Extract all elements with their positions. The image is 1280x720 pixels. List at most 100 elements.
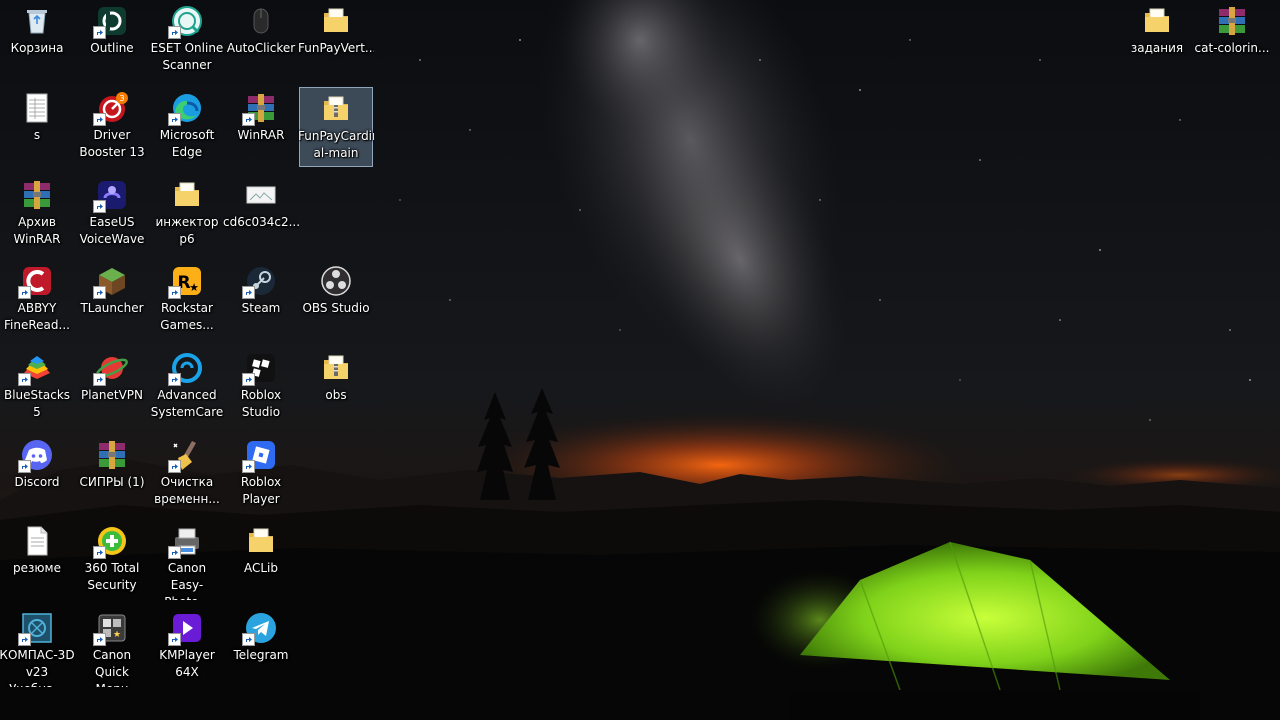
desktop-icon-label: ESET Online Scanner xyxy=(150,41,224,72)
shortcut-arrow-icon xyxy=(18,373,31,386)
desktop-icon-label: Advanced SystemCare xyxy=(150,388,224,419)
desktop-icon-folder[interactable]: инжектор р6 xyxy=(150,174,224,254)
desktop-icon-canon-printer[interactable]: Canon Easy-Photo... xyxy=(150,520,224,600)
desktop-icon-roblox-player[interactable]: Roblox Player xyxy=(224,434,298,514)
shortcut-arrow-icon xyxy=(93,286,106,299)
desktop-icon-rockstar[interactable]: R ★ Rockstar Games... xyxy=(150,260,224,340)
desktop-icon-label: Canon Quick Menu xyxy=(92,648,132,687)
shortcut-arrow-icon xyxy=(242,113,255,126)
roblox-player-icon xyxy=(242,438,278,473)
desktop-icon-eset[interactable]: ESET Online Scanner xyxy=(150,0,224,80)
desktop-icon-label: ACLib xyxy=(243,561,278,575)
desktop-icon-label: инжектор р6 xyxy=(155,215,219,246)
desktop-icon-label: BlueStacks 5 xyxy=(3,388,71,419)
desktop-icon-label: WinRAR xyxy=(237,128,285,142)
canon-menu-icon: ★ xyxy=(93,611,129,646)
shortcut-arrow-icon xyxy=(18,633,31,646)
mouse-icon xyxy=(244,4,278,38)
desktop-icon-label: cat-colorin... xyxy=(1194,41,1270,55)
edge-icon xyxy=(168,91,204,126)
folder-zip-icon xyxy=(319,351,353,385)
desktop-icon-label: Microsoft Edge xyxy=(159,128,215,159)
desktop-icon-bluestacks[interactable]: BlueStacks 5 xyxy=(0,347,74,427)
desktop-icon-document[interactable]: резюме xyxy=(0,520,74,600)
desktop-icon-label: s xyxy=(33,128,41,142)
bluestacks-icon xyxy=(18,351,54,386)
shortcut-arrow-icon xyxy=(168,26,181,39)
shortcut-arrow-icon xyxy=(93,546,106,559)
shortcut-arrow-icon xyxy=(18,460,31,473)
winrar-icon xyxy=(20,178,54,212)
shortcut-arrow-icon xyxy=(242,373,255,386)
desktop-icon-winrar[interactable]: WinRAR xyxy=(224,87,298,167)
desktop-icon-folder-zip[interactable]: FunPayCardin al-main xyxy=(298,87,374,167)
desktop-icon-kompas[interactable]: КОМПАС-3D v23 Учебна... xyxy=(0,607,75,687)
winrar-icon xyxy=(1215,4,1249,38)
desktop-icon-label: KMPlayer 64X xyxy=(159,648,215,679)
desktop-icon-edge[interactable]: Microsoft Edge xyxy=(150,87,224,167)
desktop-icon-folder[interactable]: задания xyxy=(1120,0,1194,80)
desktop-icon-recycle-bin[interactable]: Корзина xyxy=(0,0,74,80)
cleanup-icon xyxy=(168,438,204,473)
desktop-icon-planetvpn[interactable]: PlanetVPN xyxy=(75,347,149,427)
desktop-icon-telegram[interactable]: Telegram xyxy=(224,607,298,687)
driver-booster-icon: 3 xyxy=(93,91,129,126)
360-icon xyxy=(93,524,129,559)
svg-text:★: ★ xyxy=(189,281,199,294)
folder-icon xyxy=(170,178,204,212)
desktop-icon-cleanup[interactable]: Очистка временн... xyxy=(150,434,224,514)
desktop-icon-canon-menu[interactable]: ★ Canon Quick Menu xyxy=(75,607,149,687)
desktop-icon-label: Корзина xyxy=(10,41,64,55)
asc-icon xyxy=(168,351,204,386)
desktop-icon-label: резюме xyxy=(13,561,61,575)
svg-text:3: 3 xyxy=(119,94,124,103)
desktop-icon-abbyy[interactable]: ABBYY FineRead... xyxy=(0,260,74,340)
tlauncher-icon xyxy=(93,264,129,299)
shortcut-arrow-icon xyxy=(18,286,31,299)
svg-text:★: ★ xyxy=(113,630,121,640)
desktop-icon-obs[interactable]: OBS Studio xyxy=(299,260,373,340)
shortcut-arrow-icon xyxy=(93,373,106,386)
desktop-icon-label: Rockstar Games... xyxy=(160,301,214,332)
desktop-icon-label: Canon Easy-Photo... xyxy=(164,561,209,600)
desktop-icon-discord[interactable]: Discord xyxy=(0,434,74,514)
desktop-icon-label: Roblox Studio xyxy=(240,388,282,419)
rockstar-icon: R ★ xyxy=(168,264,204,299)
eset-icon xyxy=(168,4,204,39)
desktop-icon-asc[interactable]: Advanced SystemCare xyxy=(150,347,224,427)
desktop-icon-label: OBS Studio xyxy=(302,301,370,315)
desktop-icon-outline[interactable]: Outline xyxy=(75,0,149,80)
desktop-icon-label: Steam xyxy=(241,301,281,315)
desktop-icon-easeus[interactable]: EaseUS VoiceWave xyxy=(75,174,149,254)
desktop-icon-roblox-studio[interactable]: Roblox Studio xyxy=(224,347,298,427)
desktop-icon-mouse[interactable]: AutoClicker xyxy=(224,0,298,80)
desktop-icon-tlauncher[interactable]: TLauncher xyxy=(75,260,149,340)
desktop-icon-folder[interactable]: ACLib xyxy=(224,520,298,600)
desktop-icon-driver-booster[interactable]: 3 Driver Booster 13 xyxy=(75,87,149,167)
desktop-icon-image-file[interactable]: cd6c034c2... xyxy=(223,174,299,254)
desktop-icon-label: Discord xyxy=(14,475,60,489)
shortcut-arrow-icon xyxy=(242,633,255,646)
desktop-icon-label: AutoClicker xyxy=(226,41,296,55)
desktop-icon-label: cd6c034c2... xyxy=(223,215,299,229)
desktop-icon-360[interactable]: 360 Total Security xyxy=(75,520,149,600)
desktop-icon-winrar[interactable]: cat-colorin... xyxy=(1195,0,1269,80)
desktop-icon-winrar[interactable]: Архив WinRAR xyxy=(0,174,74,254)
desktop-icon-label: FunPayVert... xyxy=(298,41,374,55)
desktop-icon-steam[interactable]: Steam xyxy=(224,260,298,340)
desktop-icon-label: ABBYY FineRead... xyxy=(4,301,70,332)
desktop-icon-spreadsheet[interactable]: s xyxy=(0,87,74,167)
desktop-icon-label: Outline xyxy=(90,41,134,55)
shortcut-arrow-icon xyxy=(242,460,255,473)
desktop-icon-folder-zip[interactable]: obs xyxy=(299,347,373,427)
desktop-icon-label: Очистка временн... xyxy=(154,475,220,506)
desktop-icon-kmplayer[interactable]: KMPlayer 64X xyxy=(150,607,224,687)
desktop-icon-label: СИПРЫ (1) xyxy=(79,475,145,489)
desktop-icon-label: Telegram xyxy=(233,648,289,662)
desktop-icon-folder[interactable]: FunPayVert... xyxy=(298,0,374,80)
desktop-icon-winrar[interactable]: СИПРЫ (1) xyxy=(75,434,149,514)
shortcut-arrow-icon xyxy=(168,113,181,126)
folder-icon xyxy=(244,524,278,558)
shortcut-arrow-icon xyxy=(242,286,255,299)
discord-icon xyxy=(18,438,54,473)
